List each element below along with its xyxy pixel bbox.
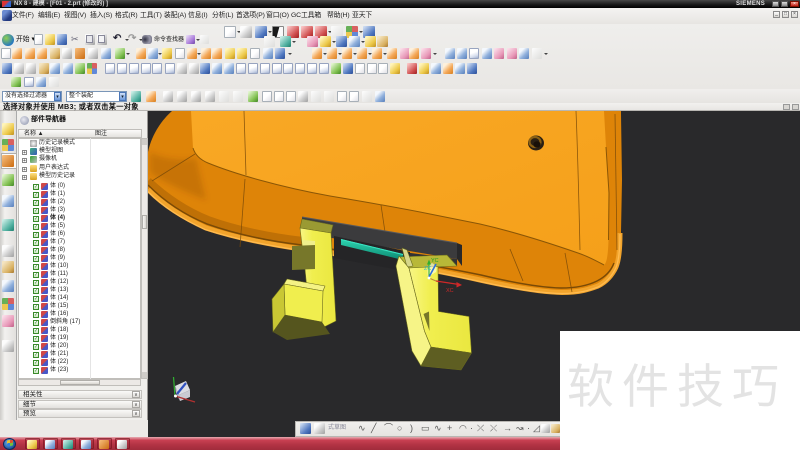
svg-text:YC: YC: [431, 258, 439, 264]
svg-text:XC: XC: [446, 288, 454, 294]
svg-text:ZC: ZC: [424, 266, 431, 272]
